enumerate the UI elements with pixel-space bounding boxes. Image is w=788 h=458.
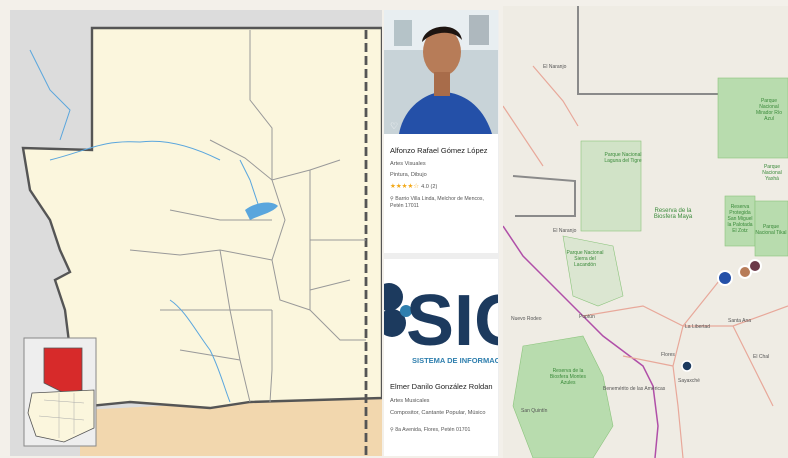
sic-logo-text: SIC (406, 281, 498, 361)
petén-outline-map (10, 10, 382, 456)
place-label: El Naranjo (553, 228, 577, 234)
park-label: Parque Nacional Tikal (755, 224, 787, 236)
interactive-map[interactable]: El Naranjo Nuevo Rodeo Poptún La Liberta… (503, 6, 788, 458)
artist-address: ⚲ Barrio Villa Linda, Melchor de Mencos,… (390, 196, 494, 210)
place-label: Nuevo Rodeo (511, 316, 542, 322)
sic-logo-subtitle: SISTEMA DE INFORMACIO (412, 356, 498, 365)
portrait-photo[interactable]: ♡ (384, 10, 498, 134)
address-text: Barrio Villa Linda, Melchor de Mencos, P… (390, 196, 484, 209)
park-label: Parque Nacional Mirador Río Azul (755, 98, 783, 122)
artist-subcategory: Compositor, Cantante Popular, Músico (390, 410, 486, 416)
park-label: Reserva Protegida San Miguel la Palotada… (727, 204, 753, 234)
artist-category: Artes Visuales (390, 161, 426, 167)
place-label: Benemérito de las Américas (603, 386, 666, 392)
park-label: Parque Nacional Laguna del Tigre (604, 152, 642, 164)
place-label: Sayaxché (678, 378, 700, 384)
guatemala-locator-inset (23, 337, 97, 447)
artist-category: Artes Musicales (390, 398, 430, 404)
artist-name[interactable]: Alfonzo Rafael Gómez López (390, 146, 488, 155)
artist-card-1[interactable]: ♡ Alfonzo Rafael Gómez López Artes Visua… (384, 10, 498, 253)
place-label: San Quintín (521, 408, 548, 414)
place-label: El Chal (753, 354, 770, 360)
place-label: La Libertad (685, 324, 711, 330)
address-text: 8a Avenida, Flores, Petén 01701 (395, 427, 471, 433)
sic-logo-image[interactable]: SIC SISTEMA DE INFORMACIO (384, 259, 498, 371)
artist-card-2[interactable]: SIC SISTEMA DE INFORMACIO Elmer Danilo G… (384, 259, 498, 456)
rating-value: 4.0 (2) (421, 184, 438, 190)
park-label: Reserva de la Biosfera Montes Azules (549, 368, 587, 386)
artist-address: ⚲ 8a Avenida, Flores, Petén 01701 (390, 427, 494, 434)
place-label: Santa Ana (728, 318, 752, 324)
artist-card-list[interactable]: ♡ Alfonzo Rafael Gómez López Artes Visua… (384, 10, 499, 456)
place-label: Poptún (579, 314, 595, 320)
artist-name[interactable]: Elmer Danilo González Roldan (390, 382, 493, 391)
park-label: Parque Nacional Yaxhá (762, 164, 782, 182)
sic-marker (681, 360, 693, 372)
park-label: Reserva de la Biosfera Maya (653, 208, 693, 220)
artist-marker-1 (717, 270, 733, 286)
park-label: Parque Nacional Sierra del Lacandón (566, 250, 604, 268)
rating-stars: ★★★★☆ 4.0 (2) (390, 183, 438, 190)
heart-icon[interactable]: ♡ (390, 121, 398, 132)
artist-marker-3 (748, 259, 762, 273)
department-locator-map (10, 10, 382, 456)
artist-subcategory: Pintura, Dibujo (390, 172, 427, 178)
place-label: Flores (661, 352, 675, 358)
place-label: El Naranjo (543, 64, 567, 70)
